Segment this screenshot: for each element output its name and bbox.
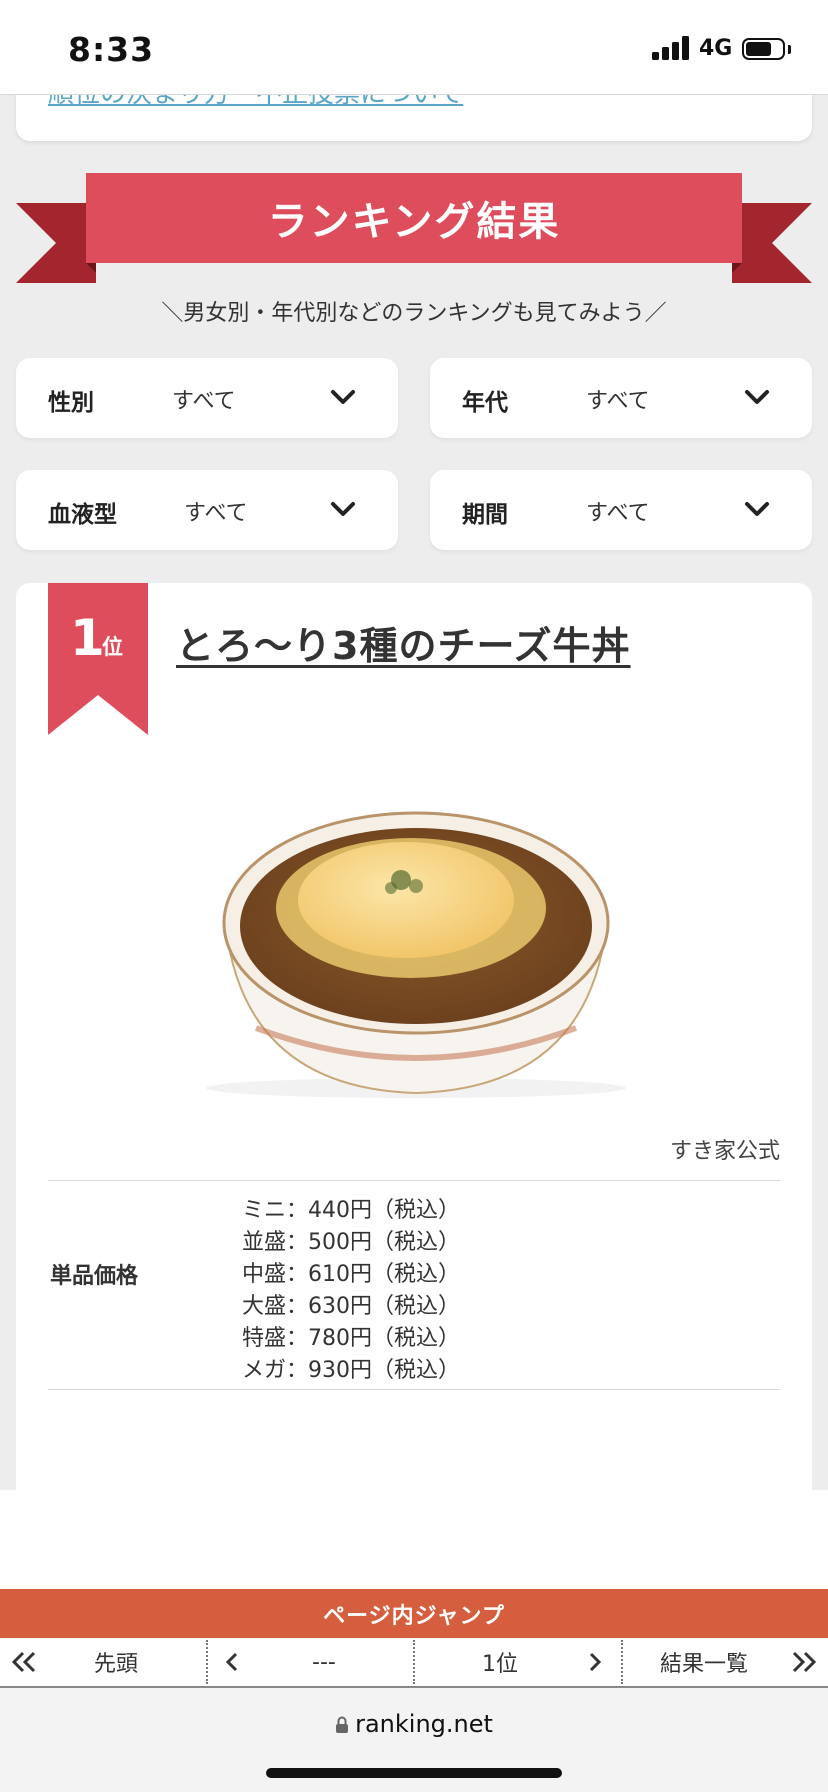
filter-age-label: 年代	[462, 390, 508, 416]
gyudon-image[interactable]	[186, 788, 646, 1098]
page-bottom-area	[0, 1490, 828, 1590]
filter-gender[interactable]: 性別 すべて	[16, 358, 398, 438]
filter-period[interactable]: 期間 すべて	[430, 470, 812, 550]
double-chevron-right-icon[interactable]	[790, 1638, 818, 1686]
price-item: メガ：930円（税込）	[242, 1358, 460, 1383]
jump-prev-button[interactable]: ---	[312, 1638, 336, 1686]
previous-section-card: 順位の決まり方・不正投票について	[16, 95, 812, 141]
separator	[621, 1640, 623, 1684]
rank-number: 1	[70, 609, 105, 667]
lock-icon	[336, 1716, 349, 1733]
filter-blood-type-value: すべて	[184, 501, 248, 526]
divider	[48, 1180, 780, 1181]
page-content[interactable]: 順位の決まり方・不正投票について ランキング結果 ＼男女別・年代別などのランキン…	[0, 95, 828, 1490]
ranking-item-card: 1 位 とろ〜り3種のチーズ牛丼 すき家公式 単品価格 ミニ：440円（税込） …	[16, 583, 812, 1490]
rank-unit: 位	[102, 635, 123, 659]
price-item: 特盛：780円（税込）	[242, 1326, 460, 1351]
price-list: ミニ：440円（税込） 並盛：500円（税込） 中盛：610円（税込） 大盛：6…	[242, 1195, 460, 1387]
page-jump-nav: 先頭 --- 1位 結果一覧	[0, 1638, 828, 1688]
address-bar[interactable]: ranking.net	[0, 1710, 828, 1738]
separator	[206, 1640, 208, 1684]
filter-gender-label: 性別	[48, 390, 94, 416]
chevron-left-icon[interactable]	[224, 1638, 240, 1686]
url-text: ranking.net	[355, 1710, 493, 1738]
filter-period-value: すべて	[586, 501, 650, 526]
filter-blood-type-label: 血液型	[48, 502, 117, 528]
image-source: すき家公式	[669, 1139, 780, 1164]
filter-age[interactable]: 年代 すべて	[430, 358, 812, 438]
browser-bar: ranking.net	[0, 1688, 828, 1792]
chevron-down-icon	[331, 390, 355, 404]
filter-period-label: 期間	[462, 502, 508, 528]
double-chevron-left-icon[interactable]	[10, 1638, 38, 1686]
price-item: 大盛：630円（税込）	[242, 1294, 460, 1319]
battery-cap	[788, 45, 791, 54]
price-item: 並盛：500円（税込）	[242, 1230, 460, 1255]
chevron-right-icon[interactable]	[587, 1638, 603, 1686]
filter-gender-value: すべて	[172, 389, 236, 414]
chevron-down-icon	[745, 502, 769, 516]
jump-top-button[interactable]: 先頭	[94, 1638, 138, 1686]
ranking-header-ribbon: ランキング結果	[0, 173, 828, 293]
chevron-down-icon	[745, 390, 769, 404]
price-item: ミニ：440円（税込）	[242, 1198, 460, 1223]
jump-current-rank[interactable]: 1位	[482, 1638, 518, 1686]
ranking-title: ランキング結果	[86, 173, 742, 263]
battery-icon	[742, 38, 785, 60]
chevron-down-icon	[331, 502, 355, 516]
jump-results-list-button[interactable]: 結果一覧	[660, 1638, 748, 1686]
divider	[48, 1389, 780, 1390]
status-bar: 8:33 4G	[0, 0, 828, 95]
item-title-link[interactable]: とろ〜り3種のチーズ牛丼	[176, 615, 631, 670]
page-jump-title: ページ内ジャンプ	[0, 1589, 828, 1638]
signal-icon	[652, 36, 692, 60]
ranking-subtitle: ＼男女別・年代別などのランキングも見てみよう／	[161, 301, 667, 326]
price-item: 中盛：610円（税込）	[242, 1262, 460, 1287]
home-indicator[interactable]	[266, 1768, 562, 1778]
filter-blood-type[interactable]: 血液型 すべて	[16, 470, 398, 550]
filter-age-value: すべて	[586, 389, 650, 414]
price-label: 単品価格	[50, 1264, 139, 1289]
separator	[413, 1640, 415, 1684]
network-label: 4G	[699, 36, 733, 61]
voting-rules-link[interactable]: 順位の決まり方・不正投票について	[48, 95, 463, 110]
status-time: 8:33	[68, 30, 155, 69]
